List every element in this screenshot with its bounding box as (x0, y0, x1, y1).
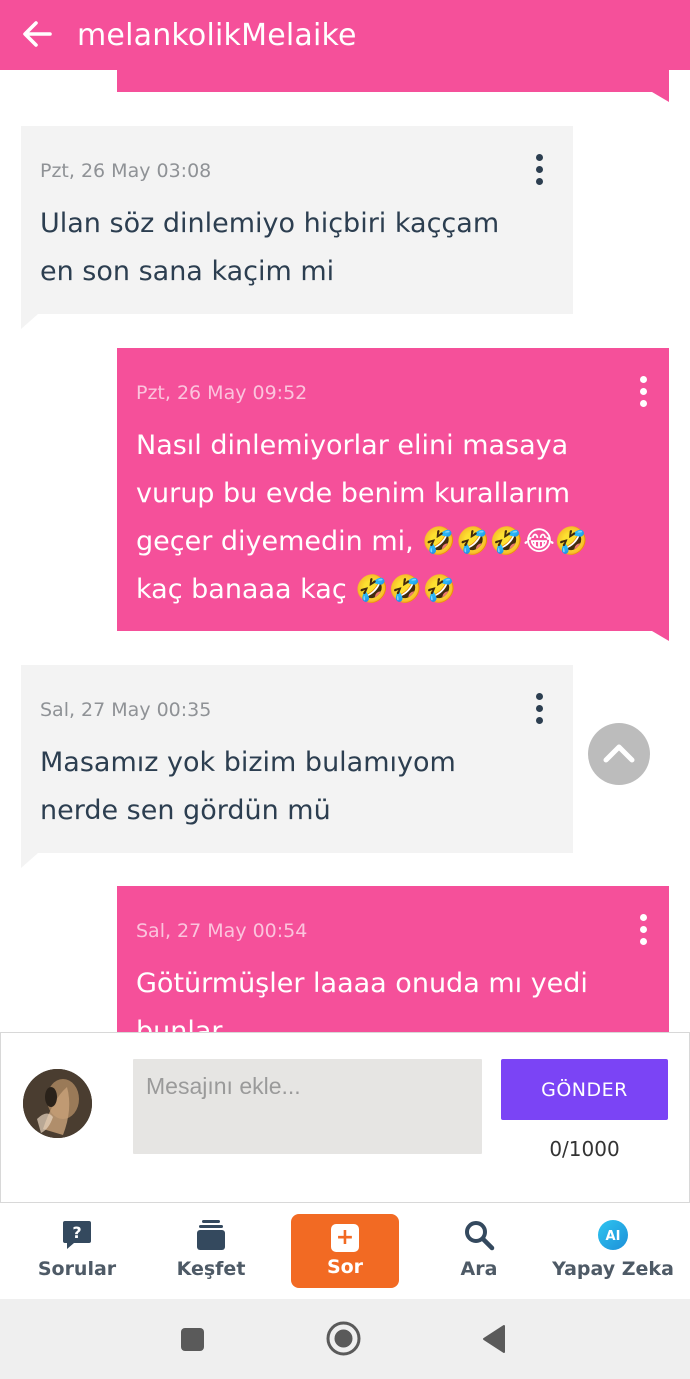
conversation-title[interactable]: melankolikMelaike (77, 18, 357, 53)
message-timestamp: Pzt, 26 May 09:52 (136, 382, 308, 404)
nav-item-kesfet[interactable]: Keşfet (161, 1203, 261, 1299)
cards-stack-icon (197, 1220, 225, 1250)
message-timestamp: Sal, 27 May 00:54 (136, 920, 308, 942)
character-counter: 0/1000 (549, 1137, 620, 1161)
message-bubble-sent: Sal, 27 May 00:54 Götürmüşler laaaa onud… (117, 886, 669, 1047)
bubble-tail (21, 853, 38, 868)
message-composer: GÖNDER 0/1000 (0, 1032, 690, 1203)
bottom-navigation: ? Sorular Keşfet + Sor Ara AI Yapay Zeka (0, 1203, 690, 1299)
svg-text:?: ? (72, 1223, 81, 1242)
chat-header: melankolikMelaike (0, 0, 690, 70)
nav-item-sorular[interactable]: ? Sorular (27, 1203, 127, 1299)
more-options-icon[interactable] (535, 693, 545, 725)
more-options-icon[interactable] (639, 376, 649, 408)
question-bubble-icon: ? (63, 1221, 91, 1249)
nav-label: Ara (460, 1258, 498, 1280)
bubble-tail (21, 314, 38, 329)
bubble-tail (652, 92, 669, 102)
chevron-up-icon (603, 744, 635, 763)
scroll-to-top-button[interactable] (588, 723, 650, 785)
nav-item-sor[interactable]: + Sor (291, 1214, 399, 1288)
more-options-icon[interactable] (639, 914, 649, 946)
more-options-icon[interactable] (535, 154, 545, 186)
message-text: Masamız yok bizim bulamıyom nerde sen gö… (40, 747, 456, 826)
nav-label: Sor (326, 1256, 364, 1278)
arrow-left-icon[interactable] (20, 16, 56, 52)
nav-item-ara[interactable]: Ara (429, 1203, 529, 1299)
message-bubble-received: Sal, 27 May 00:35 Masamız yok bizim bula… (21, 665, 573, 853)
search-icon (465, 1221, 495, 1251)
message-bubble-received: Pzt, 26 May 03:08 Ulan söz dinlemiyo hiç… (21, 126, 573, 314)
ai-icon: AI (598, 1220, 628, 1250)
message-text: Ulan söz dinlemiyo hiçbiri kaççam en son… (40, 208, 500, 287)
recent-apps-icon[interactable] (180, 1327, 205, 1352)
message-timestamp: Sal, 27 May 00:35 (40, 699, 212, 721)
message-text: Nasıl dinlemiyorlar elini masaya vurup b… (136, 430, 589, 605)
plus-box-icon: + (331, 1224, 359, 1252)
avatar[interactable] (23, 1069, 92, 1138)
message-input[interactable] (133, 1059, 482, 1154)
nav-item-yapay-zeka[interactable]: AI Yapay Zeka (552, 1203, 674, 1299)
nav-label: Keşfet (176, 1258, 246, 1280)
message-timestamp: Pzt, 26 May 03:08 (40, 160, 212, 182)
nav-label: Sorular (37, 1258, 117, 1280)
nav-label: Yapay Zeka (552, 1258, 674, 1280)
system-navigation-bar (0, 1299, 690, 1379)
home-icon[interactable] (325, 1320, 362, 1357)
back-triangle-icon[interactable] (481, 1324, 507, 1354)
message-bubble-sent: Pzt, 26 May 09:52 Nasıl dinlemiyorlar el… (117, 348, 669, 631)
send-button[interactable]: GÖNDER (501, 1059, 668, 1120)
ai-icon-text: AI (606, 1229, 621, 1244)
bubble-tail (652, 631, 669, 641)
